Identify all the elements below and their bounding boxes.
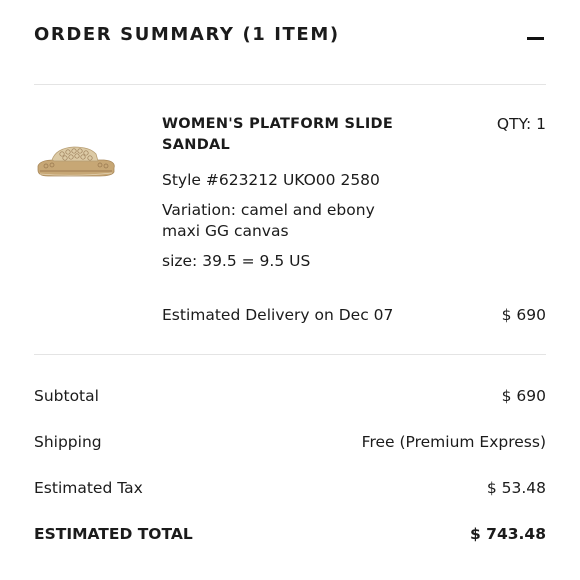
- product-style: Style #623212 UKO00 2580: [162, 171, 380, 189]
- item-quantity: QTY: 1: [496, 115, 546, 133]
- order-summary-header[interactable]: ORDER SUMMARY (1 ITEM): [34, 22, 546, 52]
- order-summary-title: ORDER SUMMARY (1 ITEM): [34, 24, 340, 45]
- total-value: $ 743.48: [470, 525, 546, 543]
- sandal-icon: [37, 146, 115, 177]
- shipping-row: Shipping Free (Premium Express): [34, 433, 546, 455]
- tax-label: Estimated Tax: [34, 479, 143, 497]
- shipping-label: Shipping: [34, 433, 102, 451]
- item-price: $ 690: [501, 306, 546, 324]
- product-size: size: 39.5 = 9.5 US: [162, 252, 311, 270]
- header-divider: [34, 84, 546, 85]
- collapse-icon[interactable]: [524, 28, 546, 46]
- subtotal-label: Subtotal: [34, 387, 99, 405]
- product-image: [34, 130, 118, 194]
- order-summary-panel: ORDER SUMMARY (1 ITEM) WOMEN'S PLATFORM …: [0, 0, 580, 580]
- product-name[interactable]: WOMEN'S PLATFORM SLIDE SANDAL: [162, 114, 402, 156]
- subtotal-value: $ 690: [501, 387, 546, 405]
- estimated-delivery: Estimated Delivery on Dec 07: [162, 306, 394, 324]
- subtotal-row: Subtotal $ 690: [34, 387, 546, 409]
- total-label: ESTIMATED TOTAL: [34, 525, 193, 543]
- item-divider: [34, 354, 546, 355]
- total-row: ESTIMATED TOTAL $ 743.48: [34, 525, 546, 547]
- tax-value: $ 53.48: [486, 479, 546, 497]
- product-variation: Variation: camel and ebony maxi GG canva…: [162, 201, 375, 240]
- tax-row: Estimated Tax $ 53.48: [34, 479, 546, 501]
- shipping-value: Free (Premium Express): [361, 433, 546, 451]
